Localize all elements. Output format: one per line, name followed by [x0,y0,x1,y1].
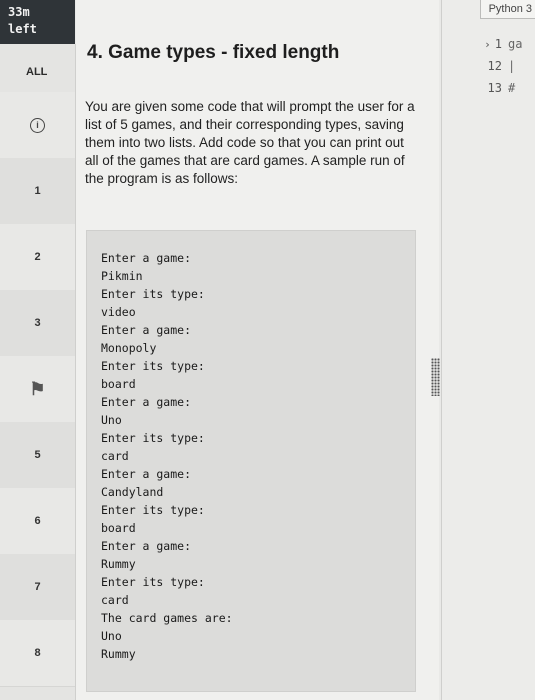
sample-run-line: board [101,377,136,391]
nav-question-8[interactable]: 8 [0,620,75,687]
resize-grip-icon[interactable] [431,358,440,396]
nav-question-label: 2 [34,251,41,263]
sample-run-line: video [101,305,136,319]
nav-question-label: 3 [34,317,41,329]
nav-question-label: 5 [34,449,41,461]
nav-info[interactable]: i [0,92,75,159]
nav-question-label: 7 [34,581,41,593]
nav-question-5[interactable]: 5 [0,422,75,489]
sample-run-line: card [101,593,129,607]
language-label[interactable]: Python 3 [479,0,535,19]
sample-run-line: card [101,449,129,463]
timer-value: 33m [8,5,30,19]
timer-suffix: left [8,22,37,36]
flag-icon: ⚑ [29,378,46,399]
nav-question-label: 1 [34,185,41,197]
nav-question-4-current[interactable]: ⚑ [0,356,75,423]
sample-run-lines: Enter a game: Pikmin Enter its type: video E… [101,249,233,663]
question-nav: ALL i 1 2 3 ⚑ 5 6 7 8 [0,44,76,700]
nav-all[interactable]: ALL [0,66,75,78]
sample-run-line: Monopoly [101,341,157,355]
sample-run-line: Enter its type: [101,287,205,301]
line-number: 13 [487,81,502,95]
problem-title: 4. Game types - fixed length [87,42,340,63]
sample-run-line: Enter its type: [101,431,205,445]
info-icon: i [30,117,45,133]
sample-run-line: Enter its type: [101,503,205,517]
sample-run-line: Enter a game: [101,251,192,265]
sample-run-line: Enter a game: [101,395,192,409]
code-line: | [508,59,516,73]
code-line: ga [508,37,523,51]
sample-run-line: Candyland [101,485,164,499]
code-lines[interactable]: ga | # [508,36,522,102]
sample-run-line: Pikmin [101,269,143,283]
sample-run-line: The card games are: [101,611,233,625]
sample-run-line: Uno [101,629,122,643]
timer: 33m left [0,0,75,44]
code-line: # [508,81,516,95]
nav-question-3[interactable]: 3 [0,290,75,357]
sample-run-line: Enter a game: [101,539,192,553]
nav-question-label: 8 [34,647,41,659]
sample-run-line: Enter its type: [101,359,205,373]
nav-question-1[interactable]: 1 [0,158,75,225]
sample-run-line: Enter its type: [101,575,205,589]
nav-question-6[interactable]: 6 [0,488,75,555]
code-editor[interactable]: Python 3 › 1 12 13 ga | # [441,0,535,700]
line-gutter: › 1 12 13 [442,36,502,102]
nav-question-2[interactable]: 2 [0,224,75,291]
line-number: › 1 [484,37,502,51]
sample-run-line: Enter a game: [101,323,192,337]
sample-run-line: board [101,521,136,535]
nav-question-7[interactable]: 7 [0,554,75,621]
sample-run-line: Enter a game: [101,467,192,481]
sample-run-line: Rummy [101,557,136,571]
problem-description: You are given some code that will prompt… [85,99,415,186]
sample-run-line: Uno [101,413,122,427]
line-number: 12 [487,59,502,73]
chevron-right-icon[interactable]: › [484,38,491,51]
nav-question-label: 6 [34,515,41,527]
sample-run-line: Rummy [101,647,136,661]
problem-panel: 4. Game types - fixed length You are giv… [76,0,439,700]
sample-run-box: Enter a game: Pikmin Enter its type: video E… [86,230,416,692]
